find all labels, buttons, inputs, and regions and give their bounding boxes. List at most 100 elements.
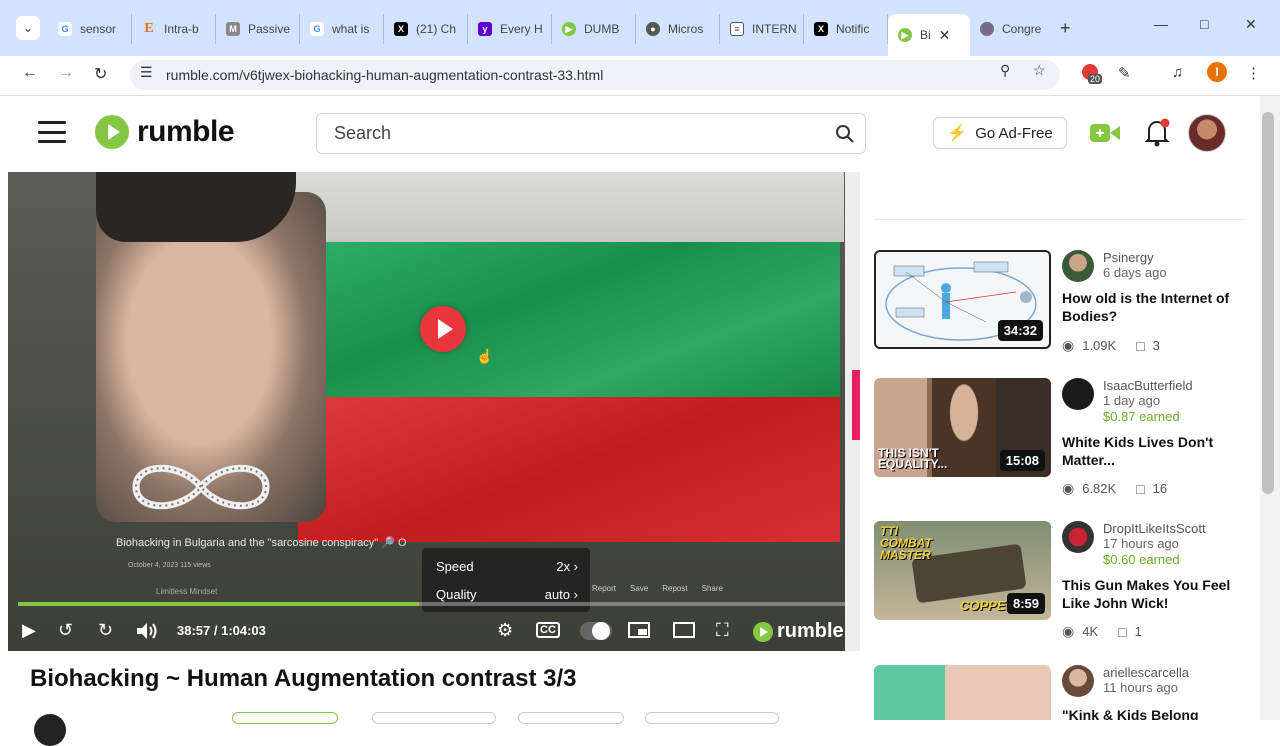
embedded-action: Share <box>701 584 723 593</box>
x-icon: X <box>814 22 828 36</box>
tab-label: DUMB <box>584 22 620 36</box>
comment-count: 1 <box>1134 624 1142 639</box>
speed-label: Speed <box>436 559 474 574</box>
tab-8[interactable]: ≡ INTERN <box>720 14 804 44</box>
channel-avatar[interactable] <box>1062 521 1094 553</box>
tab-2[interactable]: M Passive <box>216 14 300 44</box>
video-thumbnail[interactable]: THIS ISN'T EQUALITY... 15:08 <box>874 378 1051 477</box>
action-button-partial[interactable] <box>518 712 624 724</box>
go-ad-free-button[interactable]: ⚡ Go Ad-Free <box>933 117 1067 149</box>
autoplay-toggle[interactable] <box>580 622 612 640</box>
follow-button-partial[interactable] <box>232 712 338 724</box>
browser-profile-avatar[interactable]: I <box>1207 62 1227 82</box>
miniplayer-icon[interactable] <box>628 622 650 638</box>
tab-6[interactable]: ▶ DUMB <box>552 14 636 44</box>
channel-name[interactable]: Psinergy <box>1103 250 1154 265</box>
chevron-right-icon: › <box>573 559 578 574</box>
channel-avatar[interactable] <box>1062 250 1094 282</box>
forward-arrow-icon[interactable]: → <box>58 64 74 82</box>
quality-menu-item[interactable]: Quality auto › <box>436 587 578 602</box>
site-header: rumble ⚡ Go Ad-Free <box>0 97 1260 171</box>
url-text: rumble.com/v6tjwex-biohacking-human-augm… <box>166 67 604 83</box>
settings-gear-icon[interactable]: ⚙ <box>497 620 513 641</box>
tab-9[interactable]: X Notific <box>804 14 888 44</box>
volume-icon[interactable] <box>136 622 158 640</box>
tab-label: Passive <box>248 22 291 36</box>
user-avatar[interactable] <box>1188 114 1226 152</box>
theater-mode-icon[interactable] <box>673 622 695 638</box>
new-tab-plus-icon[interactable]: + <box>1060 18 1071 39</box>
zoom-icon[interactable]: ⚲ <box>1000 62 1010 79</box>
rumble-logo[interactable]: rumble <box>95 115 235 149</box>
video-title-link[interactable]: White Kids Lives Don't Matter... <box>1062 433 1242 469</box>
video-duration: 8:59 <box>1006 593 1045 614</box>
tab-7[interactable]: ● Micros <box>636 14 720 44</box>
tab-5[interactable]: y Every H <box>468 14 552 44</box>
profile-initial: I <box>1215 65 1219 79</box>
video-title-link[interactable]: This Gun Makes You Feel Like John Wick! <box>1062 576 1242 612</box>
channel-avatar[interactable] <box>1062 665 1094 697</box>
window-close-icon[interactable]: ✕ <box>1245 16 1257 33</box>
tab-10-active[interactable]: ▶ Bi ✕ <box>888 14 970 56</box>
search-icon[interactable] <box>835 124 855 144</box>
maximize-icon[interactable]: □ <box>1200 16 1208 32</box>
video-duration: 15:08 <box>999 450 1045 471</box>
video-thumbnail[interactable] <box>874 665 1051 720</box>
video-title-link[interactable]: "Kink & Kids Belong <box>1062 706 1242 720</box>
channel-name[interactable]: IsaacButterfield <box>1103 378 1193 393</box>
video-thumbnail[interactable]: TTI COMBAT MASTER COPPE 8:59 <box>874 521 1051 620</box>
reload-icon[interactable]: ↻ <box>94 64 107 84</box>
site-info-icon[interactable]: ☰ <box>140 64 153 81</box>
notification-bell-icon[interactable] <box>1144 117 1170 147</box>
tab-1[interactable]: E Intra-b <box>132 14 216 44</box>
tab-11[interactable]: Congre <box>970 14 1054 44</box>
earned-amount: $0.87 earned <box>1103 409 1180 424</box>
recommendation-item[interactable]: THIS ISN'T EQUALITY... 15:08 IsaacButter… <box>874 378 1245 508</box>
scrollbar-thumb[interactable] <box>1262 112 1274 494</box>
recommendation-item[interactable]: 34:32 Psinergy 6 days ago How old is the… <box>874 250 1245 380</box>
rewind-icon[interactable]: ↺ <box>58 620 73 641</box>
url-bar[interactable]: rumble.com/v6tjwex-biohacking-human-augm… <box>130 60 1060 90</box>
bookmark-star-icon[interactable]: ☆ <box>1033 62 1046 79</box>
video-thumbnail[interactable]: 34:32 <box>874 250 1051 349</box>
more-menu-icon[interactable]: ⋮ <box>1246 64 1261 82</box>
captions-icon[interactable]: CC <box>536 622 560 638</box>
search-input[interactable] <box>334 123 814 144</box>
comment-count: 3 <box>1152 338 1160 353</box>
channel-avatar-partial[interactable] <box>34 714 66 746</box>
eye-icon: ◉ <box>1062 337 1075 353</box>
recommendation-item[interactable]: TTI COMBAT MASTER COPPE 8:59 DropItLikeI… <box>874 521 1245 651</box>
big-play-icon[interactable] <box>420 306 466 352</box>
player-edge-accent <box>852 370 860 440</box>
recommendation-item[interactable]: ariellescarcella 11 hours ago "Kink & Ki… <box>874 665 1245 720</box>
go-ad-free-label: Go Ad-Free <box>975 124 1053 142</box>
channel-avatar[interactable] <box>1062 378 1094 410</box>
action-button-partial[interactable] <box>372 712 496 724</box>
media-control-icon[interactable]: ♫ <box>1172 64 1183 81</box>
autoplay-knob <box>592 622 610 640</box>
speed-menu-item[interactable]: Speed 2x › <box>436 559 578 574</box>
tab-3[interactable]: Gwhat is <box>300 14 384 44</box>
progress-bar[interactable] <box>18 602 848 606</box>
chevron-right-icon: › <box>573 587 578 602</box>
forward-icon[interactable]: ↻ <box>98 620 113 641</box>
fullscreen-icon[interactable]: ⛶ <box>716 620 729 641</box>
channel-name[interactable]: ariellescarcella <box>1103 665 1189 680</box>
embedded-video-caption: Biohacking in Bulgaria and the "sarcosin… <box>116 537 407 549</box>
extension-badge-icon[interactable]: 20 <box>1082 64 1103 84</box>
rumble-icon: ▶ <box>562 22 576 36</box>
play-icon[interactable]: ▶ <box>22 620 36 641</box>
back-arrow-icon[interactable]: ← <box>22 64 38 82</box>
upload-video-icon[interactable] <box>1090 122 1120 144</box>
close-tab-icon[interactable]: ✕ <box>939 27 951 44</box>
tab-label: INTERN <box>752 22 797 36</box>
extensions-puzzle-icon[interactable]: ✎ <box>1118 64 1131 82</box>
minimize-icon[interactable]: — <box>1154 16 1168 32</box>
tab-search-chevron-icon[interactable]: ⌄ <box>16 16 40 40</box>
channel-name[interactable]: DropItLikeItsScott <box>1103 521 1206 536</box>
video-title-link[interactable]: How old is the Internet of Bodies? <box>1062 289 1242 325</box>
hamburger-menu-icon[interactable] <box>38 121 66 143</box>
tab-0[interactable]: Gsensor <box>48 14 132 44</box>
action-button-partial[interactable] <box>645 712 779 724</box>
tab-4[interactable]: X (21) Ch <box>384 14 468 44</box>
